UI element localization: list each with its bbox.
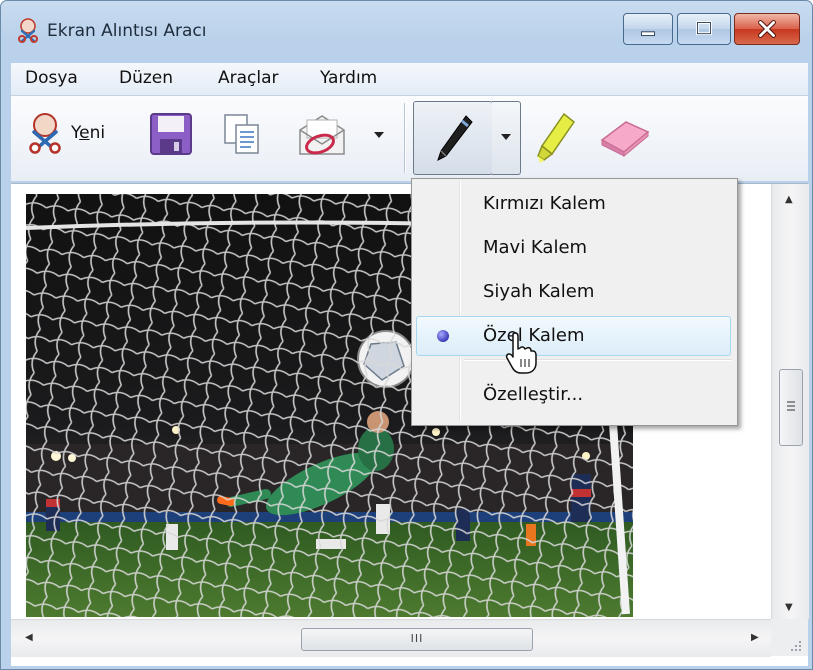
scroll-left-arrow-icon[interactable]: ◀ <box>25 632 33 643</box>
menu-item-customize[interactable]: Özelleştir... <box>414 375 735 415</box>
send-dropdown-arrow-icon[interactable] <box>373 130 385 140</box>
toolbar-separator <box>404 103 406 173</box>
close-icon <box>758 20 776 38</box>
resize-grip-icon <box>791 641 801 651</box>
eraser-icon[interactable] <box>596 118 652 158</box>
scroll-right-arrow-icon[interactable]: ▶ <box>751 632 759 643</box>
highlighter-icon[interactable] <box>534 110 578 166</box>
pen-icon <box>437 115 473 161</box>
close-button[interactable] <box>734 13 800 45</box>
hand-cursor-icon <box>505 332 537 374</box>
maximize-button[interactable] <box>677 13 731 45</box>
snipping-tool-window: Ekran Alıntısı Aracı Dosya Düzen Araçlar… <box>0 0 813 670</box>
minimize-button[interactable] <box>623 13 673 45</box>
grip-icon <box>787 401 795 411</box>
menu-item-red-pen[interactable]: Kırmızı Kalem <box>414 184 735 224</box>
resize-grip[interactable] <box>771 619 808 656</box>
radio-selected-icon <box>437 330 449 342</box>
chevron-down-icon <box>501 134 511 140</box>
menu-item-label: Kırmızı Kalem <box>483 193 606 214</box>
menu-bar: Dosya Düzen Araçlar Yardım <box>11 63 808 96</box>
new-snip-button[interactable]: Yeni <box>21 108 131 158</box>
scroll-up-arrow-icon[interactable]: ▲ <box>785 194 793 205</box>
menu-file[interactable]: Dosya <box>25 68 78 88</box>
menu-item-black-pen[interactable]: Siyah Kalem <box>414 272 735 312</box>
pen-dropdown-menu: Kırmızı Kalem Mavi Kalem Siyah Kalem Öze… <box>411 178 738 426</box>
menu-edit[interactable]: Düzen <box>119 68 173 88</box>
scroll-down-arrow-icon[interactable]: ▼ <box>785 602 793 613</box>
menu-item-custom-pen[interactable]: Özel Kalem <box>416 316 731 356</box>
toolbar: Yeni <box>11 96 808 181</box>
vertical-scrollbar[interactable]: ▲ ▼ <box>771 184 809 619</box>
horizontal-scroll-thumb[interactable]: III <box>301 628 533 651</box>
pen-button[interactable] <box>413 101 493 175</box>
minimize-icon <box>640 31 656 37</box>
menu-item-blue-pen[interactable]: Mavi Kalem <box>414 228 735 268</box>
menu-item-label: Mavi Kalem <box>483 237 588 258</box>
pen-dropdown-button[interactable] <box>492 101 521 175</box>
vertical-scroll-thumb[interactable] <box>779 369 803 446</box>
scissors-app-icon <box>18 18 38 43</box>
copy-icon[interactable] <box>221 112 263 156</box>
horizontal-scrollbar[interactable]: ◀ III ▶ <box>11 619 771 657</box>
menu-item-label: Siyah Kalem <box>483 281 595 302</box>
grip-label: III <box>410 632 424 645</box>
send-mail-icon[interactable] <box>296 110 350 160</box>
scissors-icon <box>29 113 61 154</box>
menu-item-label: Özelleştir... <box>483 384 584 405</box>
menu-help[interactable]: Yardım <box>320 68 377 88</box>
window-title: Ekran Alıntısı Aracı <box>47 21 207 41</box>
maximize-icon <box>696 21 712 36</box>
title-bar[interactable]: Ekran Alıntısı Aracı <box>1 1 812 63</box>
menu-tools[interactable]: Araçlar <box>218 68 279 88</box>
new-button-label: Yeni <box>71 123 106 143</box>
save-icon[interactable] <box>149 112 193 156</box>
